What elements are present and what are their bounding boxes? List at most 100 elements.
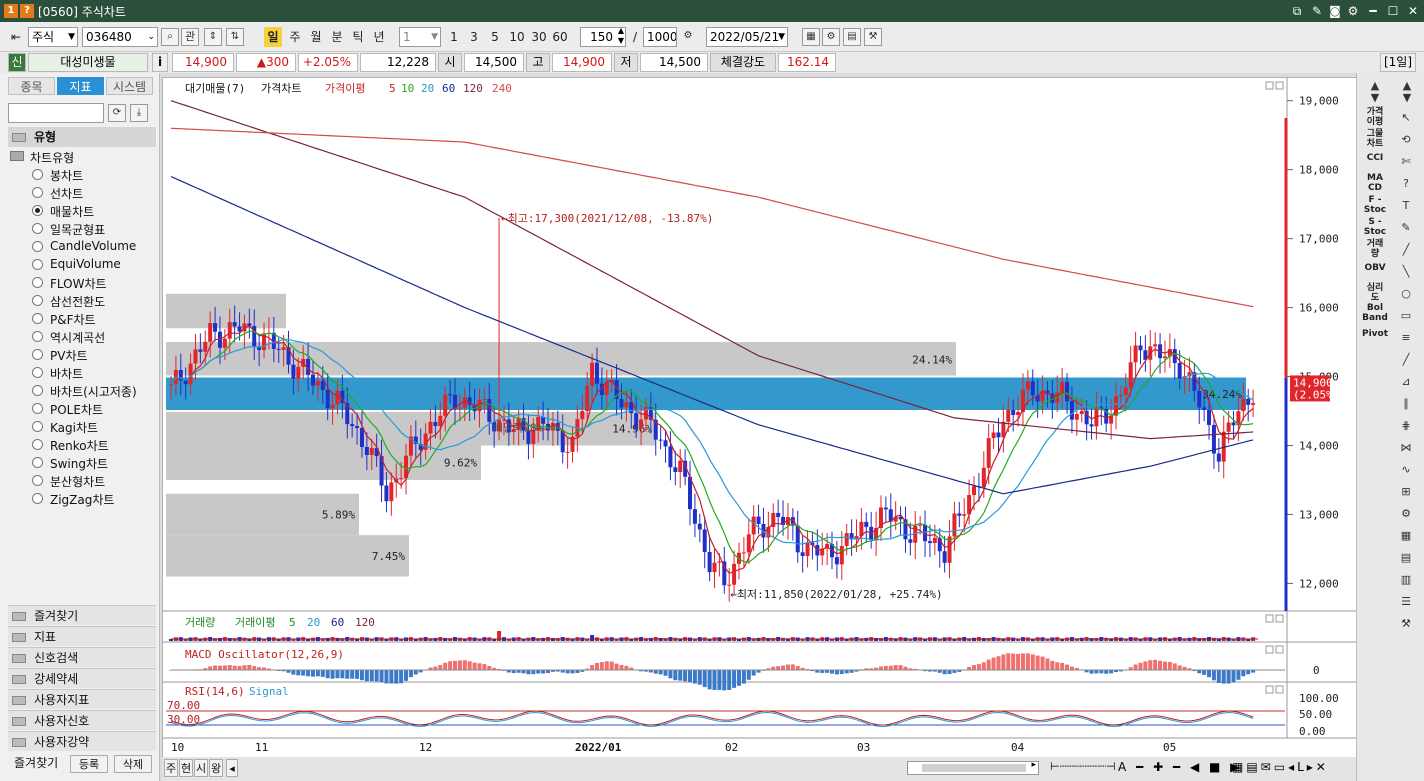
text-icon[interactable]: T [1395,197,1417,215]
radio-icon[interactable] [32,421,43,432]
wave-icon[interactable]: ∿ [1395,461,1417,479]
unit-select[interactable]: 1 ▼ [399,27,441,47]
indicator-shortcut[interactable]: OBV [1359,263,1391,273]
radio-icon[interactable] [32,367,43,378]
chart-type-item[interactable]: PV차트 [32,347,88,364]
gear-icon[interactable]: ⚙ [822,28,840,46]
radio-icon[interactable] [32,259,43,270]
indicator-shortcut[interactable]: 가격 이평 [1359,107,1391,127]
refresh-icon[interactable]: ⟳ [108,104,126,122]
horizontal-scrollbar[interactable]: ▸ [907,760,1039,775]
chart-type-item[interactable]: 일목균형표 [32,221,105,238]
indicator-shortcut[interactable]: 거래 량 [1359,239,1391,259]
chart-type-item[interactable]: Renko차트 [32,437,109,454]
table-icon[interactable]: ▦ [1395,527,1417,545]
interval-10-button[interactable]: 10 [507,27,527,47]
menu-icon[interactable]: ☰ [1395,593,1417,611]
export-icons[interactable]: ▦▤✉▭◂L▸✕ [1232,760,1329,774]
radio-icon[interactable] [32,493,43,504]
category-header[interactable]: 유형 [8,127,156,147]
line-icon[interactable]: ╱ [1395,241,1417,259]
close-icon[interactable]: ✕ [1404,3,1422,19]
tab-week[interactable]: 주 [164,759,178,777]
indicator-shortcut[interactable]: MA CD [1359,173,1391,193]
indicator-shortcut[interactable]: S - Stoc [1359,217,1391,237]
period-tick-button[interactable]: 틱 [349,27,367,47]
indicator-shortcut[interactable]: Pivot [1359,329,1391,339]
gear-icon[interactable]: ⚙ [1344,3,1362,19]
chart-type-item[interactable]: 매물차트 [32,203,94,220]
camera-icon[interactable]: ◙ [1326,3,1344,19]
radio-icon[interactable] [32,385,43,396]
radio-icon[interactable] [32,439,43,450]
pen-icon[interactable]: ✎ [1395,219,1417,237]
radio-icon[interactable] [32,223,43,234]
chart-type-root[interactable]: 차트유형 [10,149,74,166]
indicator-shortcut[interactable]: Bol Band [1359,303,1391,323]
chart-type-item[interactable]: 바차트 [32,365,83,382]
bar-icon[interactable]: ▥ [1395,571,1417,589]
grid-icon[interactable]: ⋕ [1395,417,1417,435]
interval-1-button[interactable]: 1 [446,27,462,47]
chevron-left-icon[interactable]: ◂ [226,759,238,777]
maximize-icon[interactable]: ☐ [1384,3,1402,19]
chevron-right-icon[interactable]: ▸ [1031,760,1036,770]
undo-icon[interactable]: ⟲ [1395,131,1417,149]
interval-30-button[interactable]: 30 [529,27,549,47]
delete-button[interactable]: 삭제 [114,755,152,773]
zoom-controls[interactable]: A ━ ✚ ━ ◀ ■ ▶ [1118,760,1242,774]
help-badge[interactable]: ? [20,4,34,18]
chart-type-item[interactable]: Kagi차트 [32,419,98,436]
register-button[interactable]: 등록 [70,755,108,773]
zoom-slider[interactable]: ⊢┈┈┈┈┈┈┈⊣ [1050,760,1116,773]
tools-icon[interactable]: ⚒ [864,28,882,46]
interval-5-button[interactable]: 5 [487,27,503,47]
period-week-button[interactable]: 주 [286,27,304,47]
period-day-button[interactable]: 일 [264,27,282,47]
scroll-down-icon[interactable]: ▼ [1363,89,1387,107]
chart-type-item[interactable]: FLOW차트 [32,275,107,292]
chart-type-item[interactable]: 삼선전환도 [32,293,105,310]
chart-type-item[interactable]: Swing차트 [32,455,108,472]
scissors-icon[interactable]: ✄ [1395,153,1417,171]
fib-icon[interactable]: ≡ [1395,329,1417,347]
prev-stock-icon[interactable]: ⇤ [8,27,24,47]
section-3[interactable]: 강세약세 [8,668,156,688]
market-select[interactable]: 주식 ▼ [28,27,78,47]
radio-icon[interactable] [32,277,43,288]
chart-type-item[interactable]: P&F차트 [32,311,96,328]
indicator-shortcut[interactable]: CCI [1359,153,1391,163]
radio-icon[interactable] [32,313,43,324]
radio-icon[interactable] [32,457,43,468]
indicator-shortcut[interactable]: F - Stoc [1359,195,1391,215]
radio-icon[interactable] [32,295,43,306]
period-month-button[interactable]: 월 [307,27,325,47]
indicator-search-input[interactable] [8,103,104,123]
radio-icon[interactable] [32,331,43,342]
chart-type-item[interactable]: CandleVolume [32,239,136,253]
triangle-icon[interactable]: ⊿ [1395,373,1417,391]
radio-icon[interactable] [32,475,43,486]
tab-indicators[interactable]: 지표 [57,77,104,95]
channel-icon[interactable]: ∥ [1395,395,1417,413]
chart-type-item[interactable]: 분산형차트 [32,473,105,490]
count-stepper[interactable]: 150 ▲ ▼ [580,27,626,47]
cursor-icon[interactable]: ↖ [1395,109,1417,127]
radio-icon[interactable] [32,349,43,360]
kwan-button[interactable]: 관 [181,28,199,46]
help-icon[interactable]: ? [1395,175,1417,193]
edit-icon[interactable]: ✎ [1308,3,1326,19]
link-icon[interactable]: ⧉ [1288,3,1306,19]
ray-icon[interactable]: ╱ [1395,351,1417,369]
sync-icon[interactable]: ⇕ [204,28,222,46]
radio-icon[interactable] [32,187,43,198]
tab-current[interactable]: 현 [179,759,193,777]
section-6[interactable]: 사용자강약 [8,731,156,751]
chart-type-item[interactable]: EquiVolume [32,257,121,271]
indicator-shortcut[interactable]: 심리 도 [1359,283,1391,303]
chart-type-item[interactable]: POLE차트 [32,401,103,418]
section-2[interactable]: 신호검색 [8,647,156,667]
section-0[interactable]: 즐겨찾기 [8,605,156,625]
chart-type-item[interactable]: 역시계곡선 [32,329,105,346]
list-icon[interactable]: ▤ [1395,549,1417,567]
